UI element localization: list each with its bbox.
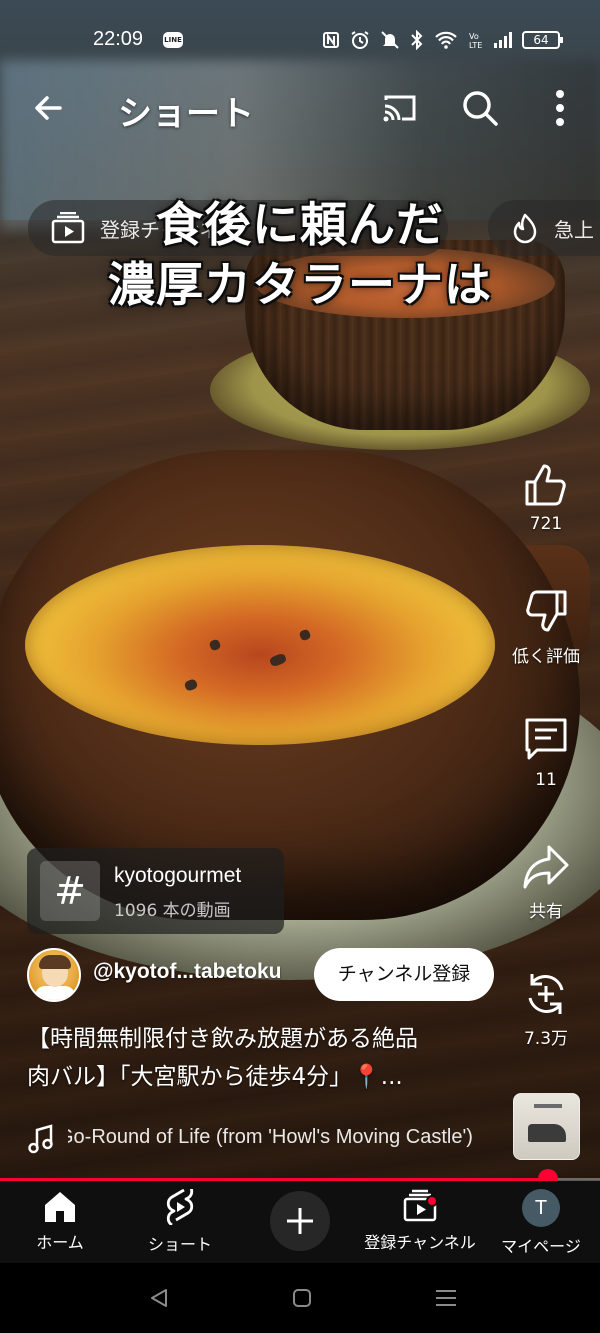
- back-arrow-icon[interactable]: [28, 88, 68, 128]
- video-description[interactable]: 【時間無制限付き飲み放題がある絶品 肉バル】「大宮駅から徒歩4分」📍...: [27, 1020, 492, 1096]
- share-button[interactable]: 共有: [506, 843, 586, 922]
- status-bar: 22:09 LINE Vo LTE 64: [0, 24, 600, 60]
- svg-text:LTE: LTE: [469, 41, 482, 50]
- nav-shorts-label: ショート: [147, 1235, 212, 1254]
- comment-icon: [525, 718, 567, 760]
- top-app-bar: ショート: [0, 80, 600, 136]
- create-button[interactable]: [270, 1191, 330, 1251]
- video-caption: 食後に頼んだ 濃厚カタラーナは: [0, 196, 600, 316]
- nav-subscriptions-label: 登録チャンネル: [364, 1233, 476, 1252]
- comments-button[interactable]: 11: [506, 716, 586, 790]
- volte-icon: VoLTE: [469, 32, 482, 50]
- cast-icon[interactable]: [380, 88, 420, 128]
- description-line-2: 肉バル】「大宮駅から徒歩4分」📍...: [27, 1064, 403, 1090]
- page-title: ショート: [118, 94, 254, 134]
- nav-home[interactable]: ホーム: [30, 1189, 90, 1253]
- channel-avatar[interactable]: [27, 948, 81, 1002]
- home-icon: [45, 1192, 75, 1222]
- like-button[interactable]: 721: [506, 460, 586, 534]
- thumbs-up-icon: [525, 464, 566, 506]
- sound-thumbnail[interactable]: [513, 1093, 580, 1160]
- channel-handle[interactable]: @kyotof...tabetoku: [93, 960, 282, 984]
- alarm-icon: [351, 31, 369, 49]
- remix-icon: [528, 974, 564, 1014]
- subscribe-button[interactable]: チャンネル登録: [314, 948, 494, 1001]
- like-count: 721: [529, 514, 563, 534]
- hashtag-icon: #: [40, 861, 100, 921]
- bluetooth-icon: [411, 30, 423, 50]
- search-icon[interactable]: [458, 86, 502, 130]
- music-note-icon: [28, 1124, 53, 1154]
- hashtag-video-count: 1096 本の動画: [114, 901, 231, 921]
- status-time: 22:09: [93, 28, 144, 50]
- music-title-marquee[interactable]: Go-Round of Life (from 'Howl's Moving Ca…: [68, 1124, 493, 1154]
- system-recents-icon[interactable]: [434, 1288, 458, 1308]
- music-title: Go-Round of Life (from 'Howl's Moving Ca…: [68, 1126, 473, 1148]
- nfc-icon: [323, 32, 339, 48]
- nav-you[interactable]: T マイページ: [498, 1189, 584, 1257]
- caption-line-2: 濃厚カタラーナは: [108, 258, 492, 313]
- shorts-icon: [166, 1189, 194, 1225]
- battery-icon: 64: [522, 31, 563, 49]
- account-avatar: T: [522, 1189, 560, 1227]
- caption-line-1: 食後に頼んだ: [156, 198, 444, 253]
- nav-shorts[interactable]: ショート: [140, 1189, 220, 1255]
- line-app-icon: LINE: [163, 32, 183, 48]
- system-navigation-bar: [0, 1263, 600, 1333]
- notification-dot: [426, 1195, 438, 1207]
- remix-button[interactable]: 7.3万: [506, 970, 586, 1049]
- dislike-label: 低く評価: [512, 647, 580, 667]
- hashtag-card[interactable]: # kyotogourmet 1096 本の動画: [27, 848, 284, 934]
- svg-text:Vo: Vo: [469, 32, 479, 41]
- nav-subscriptions[interactable]: 登録チャンネル: [360, 1189, 480, 1253]
- plus-icon: [287, 1208, 313, 1234]
- mute-icon: [381, 31, 399, 49]
- nav-you-label: マイページ: [501, 1237, 581, 1256]
- wifi-icon: [435, 31, 457, 49]
- remix-count: 7.3万: [523, 1029, 569, 1049]
- description-line-1: 【時間無制限付き飲み放題がある絶品: [27, 1026, 418, 1052]
- system-back-icon[interactable]: [148, 1287, 170, 1309]
- catalana-custard: [25, 545, 495, 745]
- share-icon: [523, 845, 569, 889]
- more-vertical-icon[interactable]: [542, 86, 578, 130]
- hashtag-name: kyotogourmet: [114, 864, 242, 887]
- piano-image: [528, 1124, 566, 1142]
- dislike-button[interactable]: 低く評価: [506, 588, 586, 667]
- status-icons: Vo LTE 64: [322, 30, 563, 50]
- bottom-navigation: ホーム ショート 登録チャンネル T マイページ: [0, 1181, 600, 1263]
- signal-icon: [494, 32, 512, 48]
- thumbs-down-icon: [526, 590, 567, 632]
- system-home-icon[interactable]: [292, 1288, 312, 1308]
- comment-count: 11: [535, 770, 557, 790]
- nav-home-label: ホーム: [36, 1233, 84, 1252]
- share-label: 共有: [529, 902, 563, 922]
